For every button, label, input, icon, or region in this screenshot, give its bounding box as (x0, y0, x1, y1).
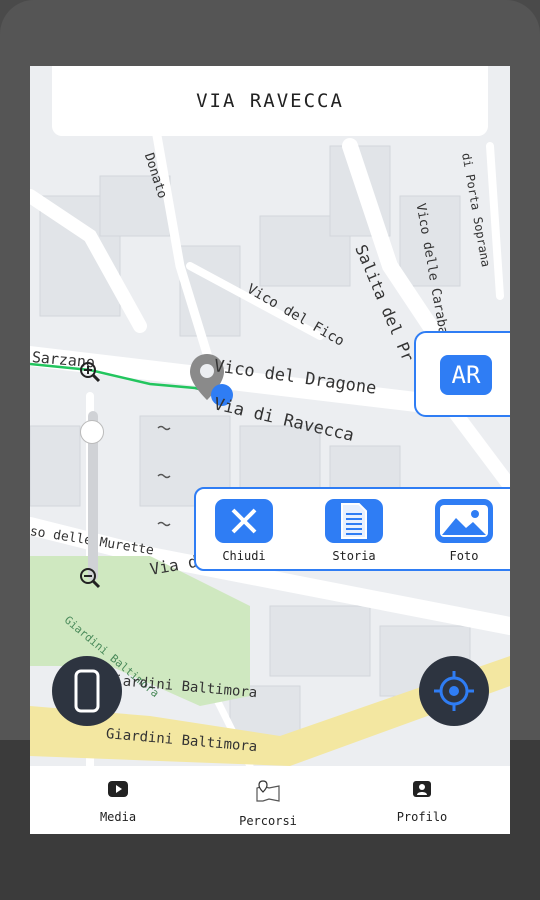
play-icon (108, 781, 128, 797)
bottom-nav: Media Percorsi Profilo (30, 766, 510, 834)
nav-item-media[interactable]: Media (78, 780, 158, 824)
app-screen: Donato Vico del Fico Vico del Dragone Vi… (30, 66, 510, 834)
page-title: VIA RAVECCA (196, 90, 344, 112)
nav-label: Percorsi (239, 814, 297, 828)
ar-button[interactable]: AR (440, 355, 492, 395)
nav-label: Media (99, 810, 137, 824)
document-icon (325, 499, 383, 543)
actions-panel: Chiudi Storia Foto (194, 487, 510, 571)
nav-item-profilo[interactable]: Profilo (382, 780, 462, 824)
crosshair-icon (434, 671, 474, 711)
history-label: Storia (332, 549, 376, 563)
image-icon (435, 499, 493, 543)
nav-item-percorsi[interactable]: Percorsi (228, 780, 308, 828)
photo-button[interactable]: Foto (434, 499, 494, 563)
title-bar: VIA RAVECCA (52, 66, 488, 136)
phone-icon (74, 669, 100, 713)
photo-label: Foto (449, 549, 479, 563)
history-button[interactable]: Storia (324, 499, 384, 563)
zoom-slider-knob[interactable] (80, 420, 104, 444)
device-orientation-button[interactable] (52, 656, 122, 726)
close-icon (215, 499, 273, 543)
profile-icon (413, 781, 431, 797)
map-pin-icon (256, 780, 280, 802)
nav-label: Profilo (396, 810, 448, 824)
zoom-in-icon[interactable] (78, 360, 102, 384)
ar-button-card[interactable]: AR (414, 331, 510, 417)
close-button[interactable]: Chiudi (214, 499, 274, 563)
locate-me-button[interactable] (419, 656, 489, 726)
close-label: Chiudi (222, 549, 266, 563)
zoom-out-icon[interactable] (78, 566, 102, 590)
